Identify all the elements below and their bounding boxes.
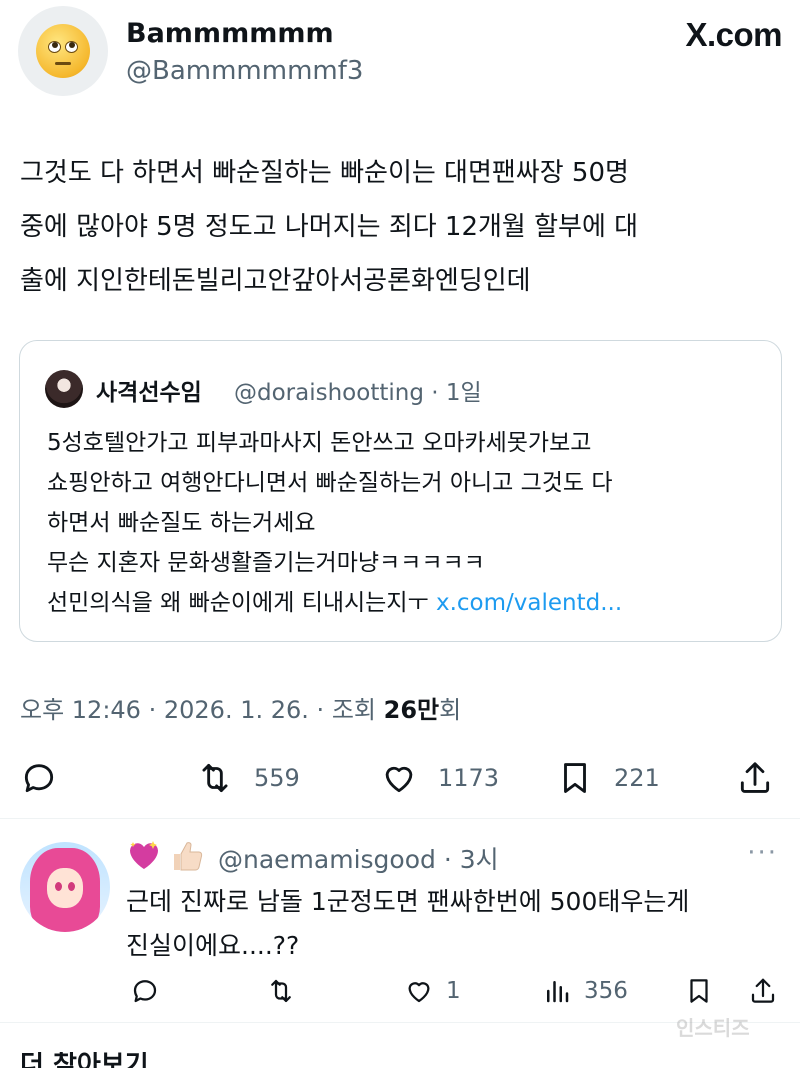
quoted-tweet[interactable]: 사격선수임 @doraishootting · 1일 5성호텔안가고 피부과마사… <box>19 340 782 642</box>
reply-action-bar: 1 356 <box>0 968 800 1014</box>
reply-bookmark-button[interactable] <box>684 968 714 1014</box>
reply-author-meta: @naemamisgood · 3시 <box>218 845 499 874</box>
reply-retweet-button[interactable] <box>266 968 296 1014</box>
quoted-author-meta: @doraishootting · 1일 <box>234 380 482 406</box>
reply-tweet[interactable]: @naemamisgood · 3시 ··· 근데 진짜로 남돌 1군정도면 팬… <box>0 820 800 1020</box>
reply-author-avatar[interactable] <box>20 842 110 932</box>
x-com-logo: X.com <box>685 16 782 53</box>
views-suffix: 회 <box>439 696 462 724</box>
reply-like-button[interactable]: 1 <box>404 968 461 1014</box>
like-button[interactable]: 1173 <box>380 748 499 808</box>
retweet-icon <box>271 979 291 1003</box>
tweet-action-bar: 559 1173 221 <box>0 748 800 808</box>
share-icon <box>751 978 775 1003</box>
reply-text-line: 진실이에요....?? <box>126 931 300 960</box>
tweet-text-line: 중에 많아야 5명 정도고 나머지는 죄다 12개월 할부에 대 <box>20 212 639 242</box>
views-count[interactable]: 26만 <box>384 696 439 724</box>
like-count: 1173 <box>438 764 500 792</box>
reply-views-count: 356 <box>584 978 628 1004</box>
tweet-meta: 오후 12:46 · 2026. 1. 26. · 조회 26만회 <box>20 696 462 724</box>
share-button[interactable] <box>736 748 774 808</box>
quoted-text-line: 무슨 지혼자 문화생활즐기는거마냥ㅋㅋㅋㅋㅋ <box>47 550 485 576</box>
bookmark-button[interactable]: 221 <box>556 748 660 808</box>
quoted-text-line: 5성호텔안가고 피부과마사지 돈안쓰고 오마카세못가보고 <box>47 430 592 456</box>
retweet-button[interactable]: 559 <box>196 748 300 808</box>
reply-text-line: 근데 진짜로 남돌 1군정도면 팬싸한번에 500태우는게 <box>126 887 690 916</box>
thumbs-up-icon <box>174 842 203 871</box>
views-chart-icon <box>547 981 569 1003</box>
bookmark-count: 221 <box>614 764 660 792</box>
retweet-icon <box>202 763 228 793</box>
reply-reply-button[interactable] <box>130 968 160 1014</box>
heart-icon <box>385 766 413 793</box>
retweet-count: 559 <box>254 764 300 792</box>
reply-text: 근데 진짜로 남돌 1군정도면 팬싸한번에 500태우는게 진실이에요....?… <box>126 880 786 968</box>
tweet-text-line: 출에 지인한테돈빌리고안갚아서공론화엔딩인데 <box>20 266 531 296</box>
reply-views-button[interactable]: 356 <box>542 968 628 1014</box>
quoted-tweet-time: 1일 <box>445 380 482 406</box>
author-avatar[interactable] <box>18 6 108 96</box>
quoted-author-avatar[interactable] <box>45 370 83 408</box>
reply-icon <box>133 980 157 1003</box>
tweet-text: 그것도 다 하면서 빠순질하는 빠순이는 대면팬싸장 50명 중에 많아야 5명… <box>20 146 780 308</box>
quoted-tweet-text: 5성호텔안가고 피부과마사지 돈안쓰고 오마카세못가보고 쇼핑안하고 여행안다니… <box>47 423 767 623</box>
watermark: 인스티즈 <box>676 1016 750 1040</box>
face-with-rolling-eyes-icon <box>36 24 90 78</box>
quoted-text-line: 하면서 빠순질도 하는거세요 <box>47 510 316 536</box>
quoted-text-line: 선민의식을 왜 빠순이에게 티내시는지ㅜ x.com/valentd... <box>47 590 623 616</box>
more-options-icon[interactable]: ··· <box>747 838 778 868</box>
reply-time: 3시 <box>459 845 499 874</box>
quoted-link[interactable]: x.com/valentd... <box>436 590 622 616</box>
author-handle[interactable]: @Bammmmmmf3 <box>126 56 363 86</box>
tweet-header: Bammmmmm @Bammmmmmf3 X.com <box>18 6 782 102</box>
divider <box>0 818 800 819</box>
reply-button[interactable] <box>20 748 58 808</box>
quoted-text-line: 쇼핑안하고 여행안다니면서 빠순질하는거 아니고 그것도 다 <box>47 470 613 496</box>
reply-author-handle[interactable]: @naemamisgood <box>218 845 436 874</box>
quoted-author-handle[interactable]: @doraishootting <box>234 380 424 406</box>
tweet-date: 2026. 1. 26. <box>163 696 309 724</box>
tweet-time: 오후 12:46 <box>20 696 141 724</box>
heart-icon <box>408 982 430 1003</box>
next-section-heading: 더 찾아보기 <box>20 1052 149 1068</box>
bookmark-icon <box>564 763 586 793</box>
sparkling-heart-icon <box>130 841 158 869</box>
tweet-text-line: 그것도 다 하면서 빠순질하는 빠순이는 대면팬싸장 50명 <box>20 158 629 188</box>
bookmark-icon <box>690 979 708 1003</box>
reply-share-button[interactable] <box>748 968 778 1014</box>
views-label: 조회 <box>331 696 376 724</box>
reply-icon <box>24 764 54 793</box>
author-display-name[interactable]: Bammmmmm <box>126 18 334 49</box>
quoted-author-name[interactable]: 사격선수임 <box>96 373 202 407</box>
reply-like-count: 1 <box>446 978 461 1004</box>
share-icon <box>740 762 770 793</box>
